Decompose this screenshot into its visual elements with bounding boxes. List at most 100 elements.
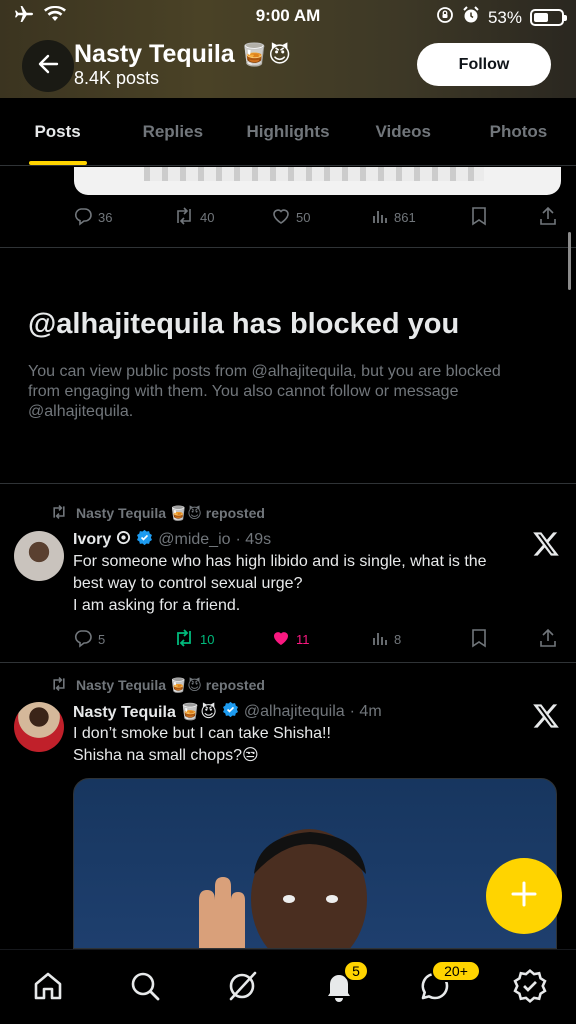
status-right: 53% [436, 6, 567, 29]
repost-label: Nasty Tequila 🥃😈 reposted [76, 677, 265, 693]
post-time: · 49s [235, 531, 272, 548]
bookmark-button[interactable] [471, 206, 487, 229]
posts-count: 8.4K posts [74, 68, 160, 88]
tab-videos[interactable]: Videos [346, 98, 461, 165]
post-actions: 36 40 50 861 [73, 205, 563, 229]
share-icon [539, 628, 557, 651]
author-name[interactable]: Nasty Tequila 🥃😈 [73, 702, 217, 722]
verified-badge-icon [513, 968, 547, 1008]
repost-icon [50, 504, 68, 523]
post-text-line: I am asking for a friend. [73, 597, 241, 614]
nav-home[interactable] [28, 968, 68, 1008]
bottom-nav: 5 20+ [0, 949, 576, 1024]
repost-count: 10 [200, 631, 215, 647]
views-button[interactable]: 8 [371, 629, 401, 650]
author-name[interactable]: Ivory [73, 531, 111, 549]
notifications-badge: 5 [343, 960, 369, 982]
tab-posts[interactable]: Posts [0, 98, 115, 165]
repost-indicator: Nasty Tequila 🥃😈 reposted [50, 504, 265, 523]
share-button[interactable] [539, 628, 557, 651]
share-icon [539, 206, 557, 229]
verified-icon [136, 529, 153, 551]
blocked-description: You can view public posts from @alhajite… [28, 363, 501, 420]
bookmark-icon [471, 628, 487, 651]
repost-icon [50, 676, 68, 695]
post-header: Ivory @mide_io · 49s [73, 529, 271, 551]
reply-icon [73, 206, 93, 229]
repost-label: Nasty Tequila 🥃😈 reposted [76, 505, 265, 521]
divider [0, 247, 576, 248]
tab-replies[interactable]: Replies [115, 98, 230, 165]
battery-icon [530, 9, 567, 26]
compose-button[interactable] [486, 858, 562, 934]
views-count: 8 [394, 631, 402, 647]
like-button[interactable]: 50 [271, 206, 310, 229]
profile-tabs: Posts Replies Highlights Videos Photos [0, 98, 576, 166]
post-image[interactable] [73, 778, 557, 949]
post-text: For someone who has high libido and is s… [73, 551, 543, 617]
photo-person-illustration [199, 829, 367, 948]
profile-name-text: Nasty Tequila [74, 40, 235, 68]
scrollbar[interactable] [568, 232, 571, 290]
post-text: I don’t smoke but I can take Shisha!! Sh… [73, 723, 543, 767]
author-handle[interactable]: @alhajitequila [244, 703, 345, 721]
post-header: Nasty Tequila 🥃😈 @alhajitequila · 4m [73, 701, 382, 723]
post-text-line: Shisha na small chops?😒 [73, 747, 259, 764]
blocked-title: @alhajitequila has blocked you [28, 308, 460, 340]
divider [0, 662, 576, 663]
alarm-icon [462, 6, 480, 29]
nav-grok[interactable] [222, 968, 262, 1008]
like-count: 50 [296, 209, 311, 225]
back-button[interactable] [22, 40, 74, 92]
repost-icon [173, 628, 195, 651]
repost-button[interactable]: 10 [173, 628, 214, 651]
reply-count: 5 [98, 631, 106, 647]
repost-indicator: Nasty Tequila 🥃😈 reposted [50, 676, 265, 695]
reply-button[interactable]: 36 [73, 206, 112, 229]
arrow-left-icon [37, 53, 59, 80]
battery-percent: 53% [487, 7, 522, 27]
post-actions: 5 10 11 8 [73, 627, 563, 651]
profile-name: Nasty Tequila 🥃😈 [74, 40, 291, 69]
messages-badge: 20+ [431, 960, 481, 982]
avatar[interactable] [14, 702, 64, 752]
plus-icon [510, 880, 538, 913]
author-handle[interactable]: @mide_io [158, 531, 230, 549]
views-button[interactable]: 861 [371, 207, 416, 228]
post-image-partial[interactable] [74, 167, 561, 195]
reply-icon [73, 628, 93, 651]
search-icon [128, 969, 162, 1008]
views-count: 861 [394, 209, 416, 225]
post-time: · 4m [349, 703, 382, 720]
repost-button[interactable]: 40 [173, 206, 214, 229]
like-button[interactable]: 11 [271, 628, 310, 651]
reply-button[interactable]: 5 [73, 628, 105, 651]
tab-highlights[interactable]: Highlights [230, 98, 345, 165]
reply-count: 36 [98, 209, 113, 225]
bookmark-icon [471, 206, 487, 229]
divider [0, 483, 576, 484]
tab-photos[interactable]: Photos [461, 98, 576, 165]
views-icon [371, 207, 389, 228]
post-text-line: best way to control sexual urge? [73, 575, 303, 592]
like-count: 11 [296, 631, 310, 647]
profile-header-bar: 9:00 AM 53% Nasty Tequila 🥃😈 8.4K posts … [0, 0, 576, 98]
verified-icon [222, 701, 239, 723]
views-icon [371, 629, 389, 650]
share-button[interactable] [539, 206, 557, 229]
status-bar: 9:00 AM 53% [0, 0, 576, 34]
follow-button[interactable]: Follow [417, 43, 551, 86]
heart-icon [271, 628, 291, 651]
grok-icon [225, 969, 259, 1008]
post-text-line: I don’t smoke but I can take Shisha!! [73, 725, 331, 742]
heart-icon [271, 206, 291, 229]
profile-name-emojis: 🥃😈 [240, 41, 292, 67]
avatar[interactable] [14, 531, 64, 581]
repost-icon [173, 206, 195, 229]
bookmark-button[interactable] [471, 628, 487, 651]
gear-badge-icon [116, 530, 131, 550]
post-text-line: For someone who has high libido and is s… [73, 553, 487, 570]
repost-count: 40 [200, 209, 215, 225]
nav-verified-orgs[interactable] [510, 968, 550, 1008]
nav-search[interactable] [125, 968, 165, 1008]
